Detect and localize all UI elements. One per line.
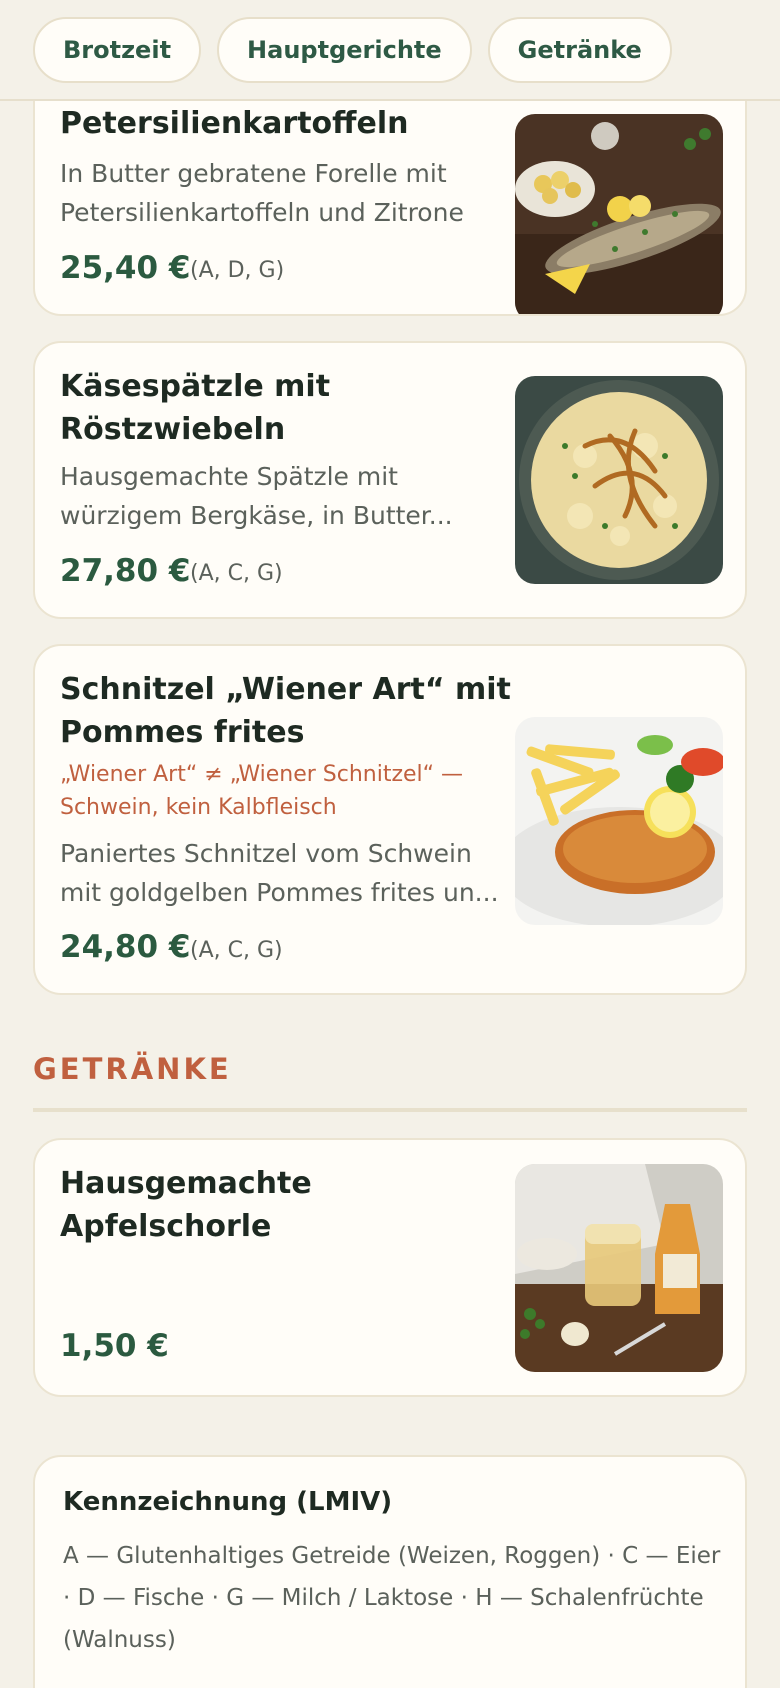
- dish-description: In Butter gebratene Forelle mit Petersil…: [60, 159, 464, 227]
- legend-text: A — Glutenhaltiges Getreide (Weizen, Rog…: [63, 1543, 721, 1653]
- dish-description: Hausgemachte Spätzle mit würzigem Bergkä…: [60, 462, 453, 530]
- dish-price: 27,80 €: [60, 553, 191, 589]
- dish-description: Paniertes Schnitzel vom Schwein mit gold…: [60, 839, 499, 907]
- section-heading-drinks: GETRÄNKE: [33, 1052, 232, 1086]
- tab-getraenke[interactable]: Getränke: [487, 16, 672, 83]
- dish-allergens: (A, D, G): [190, 258, 285, 283]
- apfelschorle-photo: [515, 1164, 723, 1372]
- kaesespaetzle-photo: [515, 376, 723, 584]
- dish-note: „Wiener Art“ ≠ „Wiener Schnitzel“ — Schw…: [60, 762, 464, 820]
- menu-item-card[interactable]: Käsespätzle mit Röstzwiebeln Hausgemacht…: [33, 341, 747, 619]
- menu-item-card[interactable]: Schnitzel „Wiener Art“ mit Pommes frites…: [33, 644, 747, 995]
- dish-allergens: (A, C, G): [190, 938, 283, 963]
- schnitzel-photo: [515, 717, 723, 925]
- dish-title: Petersilienkartoffeln: [60, 106, 409, 141]
- legend-title: Kennzeichnung (LMIV): [63, 1487, 393, 1517]
- tab-brotzeit[interactable]: Brotzeit: [33, 16, 202, 83]
- category-tabs: Brotzeit Hauptgerichte Getränke: [0, 0, 780, 101]
- allergen-legend: Kennzeichnung (LMIV) A — Glutenhaltiges …: [33, 1455, 747, 1688]
- drink-price: 1,50 €: [60, 1328, 169, 1364]
- dish-title: Käsespätzle mit Röstzwiebeln: [60, 369, 331, 447]
- drink-title: Hausgemachte Apfelschorle: [60, 1166, 312, 1244]
- dish-title: Schnitzel „Wiener Art“ mit Pommes frites: [60, 672, 511, 750]
- dish-allergens: (A, C, G): [190, 561, 283, 586]
- dish-price: 24,80 €: [60, 929, 191, 965]
- dish-price: 25,40 €: [60, 250, 191, 286]
- tab-hauptgerichte[interactable]: Hauptgerichte: [217, 16, 472, 83]
- section-divider: [33, 1108, 747, 1112]
- trout-photo: [515, 114, 723, 314]
- menu-item-card[interactable]: Hausgemachte Apfelschorle 1,50 €: [33, 1138, 747, 1397]
